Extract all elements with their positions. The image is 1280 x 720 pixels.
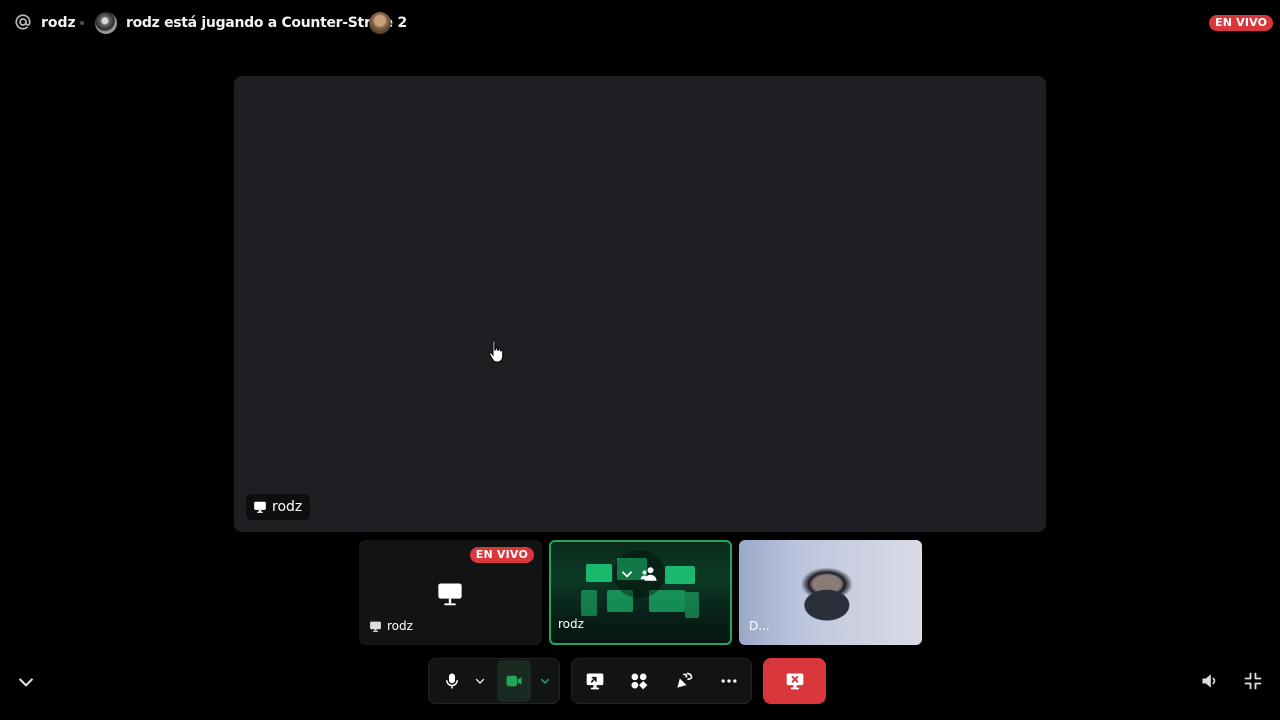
mute-button[interactable]	[439, 659, 465, 703]
microphone-icon	[446, 673, 458, 689]
main-stream-view[interactable]: rodz	[234, 76, 1046, 532]
audio-options-button[interactable]	[469, 659, 491, 703]
screen-icon	[370, 621, 381, 632]
activities-button[interactable]	[624, 659, 654, 703]
speaker-icon[interactable]	[1200, 671, 1220, 691]
watch-stream-overlay[interactable]	[613, 550, 665, 598]
chevron-down-icon[interactable]	[16, 672, 36, 692]
dm-username[interactable]: rodz	[41, 14, 76, 32]
screen-share-button[interactable]	[580, 659, 610, 703]
game-icon	[369, 12, 391, 34]
leave-call-button[interactable]	[763, 658, 826, 704]
soundboard-button[interactable]	[669, 659, 699, 703]
screen-share-icon	[438, 583, 462, 606]
stream-owner-label: rodz	[246, 494, 311, 520]
participant-tile-preview[interactable]: rodz	[549, 540, 732, 645]
chevron-down-icon	[475, 678, 485, 685]
video-options-button[interactable]	[533, 659, 557, 703]
participant-tile-stream[interactable]: EN VIVO rodz	[359, 540, 542, 645]
tile-username: rodz	[558, 617, 584, 631]
tile-label: rodz	[558, 611, 584, 637]
activity-controls	[571, 658, 752, 704]
separator-dot	[80, 21, 84, 25]
tile-label: D...	[749, 613, 770, 639]
audio-video-controls	[428, 658, 560, 704]
screen-share-icon	[586, 673, 604, 690]
exit-fullscreen-icon[interactable]	[1243, 671, 1263, 691]
tile-label: rodz	[369, 613, 413, 639]
stream-owner-name: rodz	[272, 499, 303, 515]
at-icon	[15, 14, 31, 30]
tile-username: rodz	[387, 619, 413, 633]
tile-username: D...	[749, 619, 770, 633]
tile-live-badge: EN VIVO	[469, 547, 534, 563]
participant-tile-camera[interactable]: D...	[739, 540, 922, 645]
activity-status: rodz está jugando a Counter-Strike 2	[126, 15, 407, 31]
user-avatar[interactable]	[95, 12, 117, 34]
chevron-down-icon	[622, 571, 632, 578]
more-options-button[interactable]	[714, 659, 744, 703]
hand-cursor-icon	[488, 340, 504, 363]
soundboard-icon	[677, 672, 693, 688]
camera-button[interactable]	[497, 660, 531, 702]
viewers-icon	[640, 567, 657, 581]
chevron-down-icon	[540, 678, 550, 685]
camera-icon	[506, 675, 522, 687]
screen-icon	[254, 501, 266, 513]
activities-icon	[631, 673, 648, 690]
more-icon	[721, 679, 737, 683]
leave-call-icon	[786, 673, 803, 690]
live-badge: EN VIVO	[1209, 15, 1274, 31]
call-header: rodz rodz está jugando a Counter-Strike …	[0, 0, 1280, 46]
